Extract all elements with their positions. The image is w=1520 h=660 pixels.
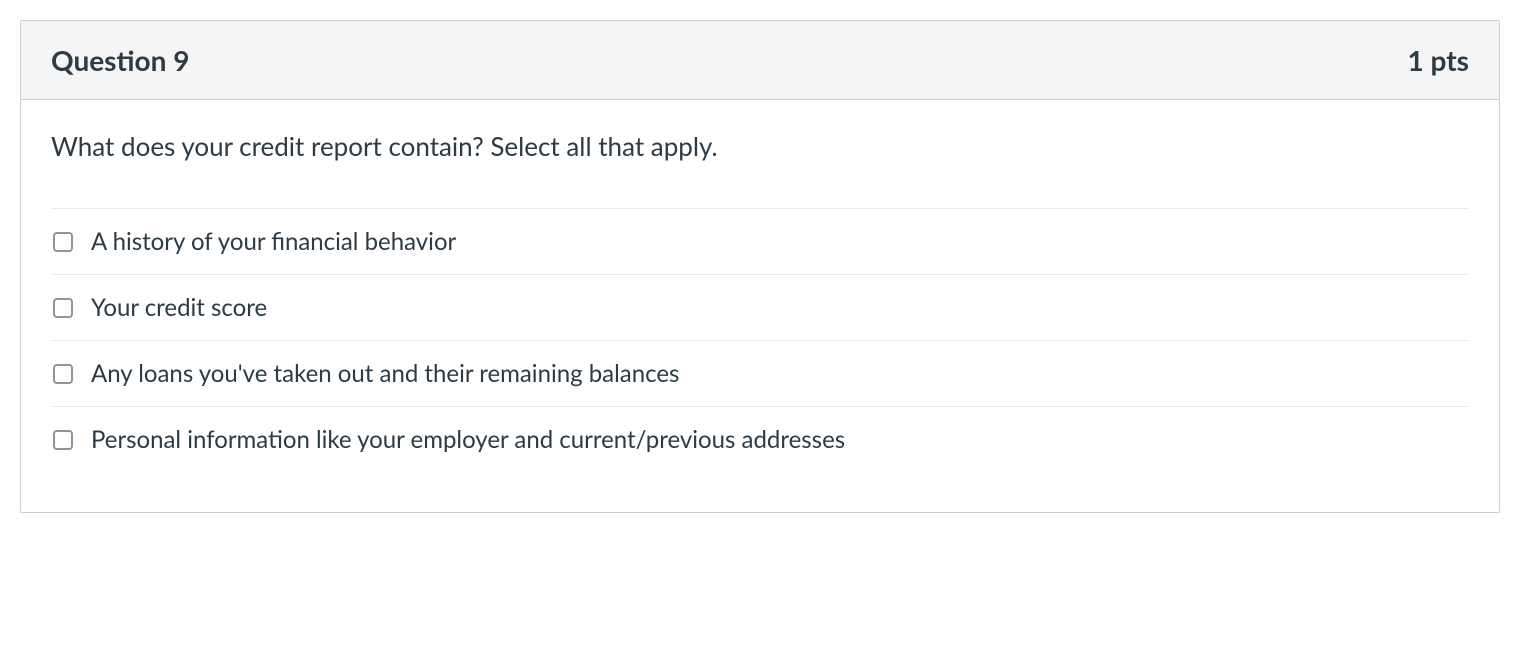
question-header: Question 9 1 pts xyxy=(21,21,1499,100)
checkbox-icon xyxy=(53,298,73,318)
answer-option-1[interactable]: Your credit score xyxy=(51,293,1469,322)
answer-label: Personal information like your employer … xyxy=(91,425,845,454)
answer-option: Any loans you've taken out and their rem… xyxy=(51,340,1469,406)
answer-option-3[interactable]: Personal information like your employer … xyxy=(51,425,1469,454)
answer-option: Personal information like your employer … xyxy=(51,406,1469,472)
question-title: Question 9 xyxy=(51,43,189,77)
answer-option: Your credit score xyxy=(51,274,1469,340)
question-points: 1 pts xyxy=(1408,43,1469,77)
answer-label: A history of your financial behavior xyxy=(91,227,456,256)
question-prompt: What does your credit report contain? Se… xyxy=(51,130,1469,162)
checkbox-icon xyxy=(53,430,73,450)
checkbox-icon xyxy=(53,232,73,252)
checkbox-icon xyxy=(53,364,73,384)
answer-label: Any loans you've taken out and their rem… xyxy=(91,359,679,388)
answer-option-2[interactable]: Any loans you've taken out and their rem… xyxy=(51,359,1469,388)
answer-option: A history of your financial behavior xyxy=(51,208,1469,274)
answer-label: Your credit score xyxy=(91,293,267,322)
answer-option-0[interactable]: A history of your financial behavior xyxy=(51,227,1469,256)
question-card: Question 9 1 pts What does your credit r… xyxy=(20,20,1500,513)
question-body: What does your credit report contain? Se… xyxy=(21,100,1499,512)
